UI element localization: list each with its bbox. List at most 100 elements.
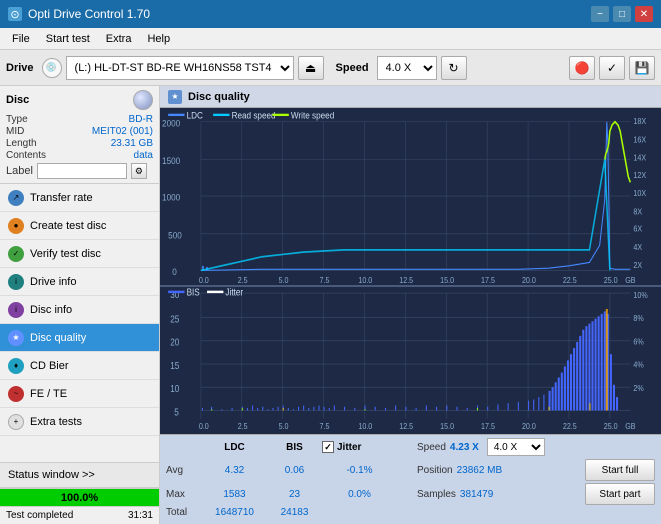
svg-text:12.5: 12.5 [399, 276, 413, 285]
samples-label: Samples [417, 489, 456, 500]
menu-start-test[interactable]: Start test [38, 31, 98, 47]
avg-label: Avg [166, 465, 202, 476]
chart-bottom-svg: 30 25 20 15 10 5 10% 8% 6% 4% 2% 0.0 [160, 287, 661, 434]
sidebar-item-transfer-rate[interactable]: ↗ Transfer rate [0, 184, 159, 212]
drive-info-label: Drive info [30, 276, 76, 288]
disc-quality-label: Disc quality [30, 332, 86, 344]
svg-text:20.0: 20.0 [522, 276, 536, 285]
close-button[interactable]: ✕ [635, 6, 653, 22]
window-controls: − □ ✕ [591, 6, 653, 22]
svg-text:0.0: 0.0 [199, 422, 209, 432]
disc-length-label: Length [6, 138, 37, 149]
svg-text:1500: 1500 [162, 156, 180, 167]
disc-label-row: Label ⚙ [6, 163, 153, 179]
charts-area: 2000 1500 1000 500 0 18X 16X 14X 12X 10X… [160, 108, 661, 434]
sidebar-item-disc-quality[interactable]: ★ Disc quality [0, 324, 159, 352]
svg-text:0.0: 0.0 [199, 276, 209, 285]
status-text: Test completed [6, 510, 73, 521]
svg-text:10%: 10% [633, 291, 647, 301]
speed-label: Speed [336, 62, 369, 74]
speed-select[interactable]: 4.0 X 2.0 X 8.0 X [377, 56, 437, 80]
svg-text:GB: GB [625, 422, 635, 432]
svg-text:LDC: LDC [187, 110, 203, 121]
disc-header: Disc [6, 90, 153, 110]
svg-text:8X: 8X [633, 207, 642, 216]
sidebar-item-extra-tests[interactable]: + Extra tests [0, 408, 159, 436]
start-part-button[interactable]: Start part [585, 483, 655, 505]
svg-text:4X: 4X [633, 242, 642, 251]
dq-title: Disc quality [188, 91, 250, 103]
sidebar-item-cd-bier[interactable]: ♦ CD Bier [0, 352, 159, 380]
sidebar-item-fe-te[interactable]: ~ FE / TE [0, 380, 159, 408]
chart-top-svg: 2000 1500 1000 500 0 18X 16X 14X 12X 10X… [160, 108, 661, 285]
svg-text:25.0: 25.0 [604, 276, 618, 285]
menu-help[interactable]: Help [139, 31, 178, 47]
status-window-button[interactable]: Status window >> [0, 462, 159, 488]
svg-text:6X: 6X [633, 224, 642, 233]
eject-button[interactable]: ⏏ [298, 56, 324, 80]
position-label: Position [417, 465, 453, 476]
bottom-status-bar: Test completed 31:31 [0, 506, 159, 524]
svg-text:2000: 2000 [162, 118, 180, 129]
verify-test-disc-icon: ✓ [8, 246, 24, 262]
menu-file[interactable]: File [4, 31, 38, 47]
avg-row: Avg 4.32 0.06 -0.1% Position 23862 MB St… [166, 459, 655, 481]
app-icon: ⊙ [8, 7, 22, 21]
max-bis: 23 [267, 489, 322, 500]
main-layout: Disc Type BD-R MID MEIT02 (001) Length 2… [0, 86, 661, 524]
save-button[interactable]: 💾 [629, 56, 655, 80]
refresh-button[interactable]: ↻ [441, 56, 467, 80]
samples-value: 381479 [460, 489, 493, 500]
svg-text:25.0: 25.0 [604, 422, 618, 432]
disc-mid-label: MID [6, 126, 24, 137]
transfer-rate-label: Transfer rate [30, 192, 93, 204]
drive-toolbar: Drive 💿 (L:) HL-DT-ST BD-RE WH16NS58 TST… [0, 50, 661, 86]
svg-text:12X: 12X [633, 170, 646, 179]
sidebar-item-disc-info[interactable]: i Disc info [0, 296, 159, 324]
status-window-label: Status window >> [8, 469, 95, 481]
stats-bis-header: BIS [267, 442, 322, 453]
disc-label-key: Label [6, 165, 33, 177]
burn-button[interactable]: 🔴 [569, 56, 595, 80]
disc-type-value: BD-R [129, 114, 153, 125]
disc-contents-row: Contents data [6, 150, 153, 161]
svg-text:10.0: 10.0 [358, 422, 372, 432]
svg-text:1000: 1000 [162, 192, 180, 203]
svg-text:2%: 2% [633, 384, 643, 394]
maximize-button[interactable]: □ [613, 6, 631, 22]
fe-te-label: FE / TE [30, 388, 67, 400]
avg-bis: 0.06 [267, 465, 322, 476]
extra-tests-label: Extra tests [30, 416, 82, 428]
menu-extra[interactable]: Extra [98, 31, 140, 47]
svg-text:GB: GB [625, 276, 635, 285]
chart-top: 2000 1500 1000 500 0 18X 16X 14X 12X 10X… [160, 108, 661, 287]
disc-label-input[interactable] [37, 163, 127, 179]
speed-stat-value: 4.23 X [450, 442, 479, 453]
cd-bier-label: CD Bier [30, 360, 69, 372]
disc-mid-row: MID MEIT02 (001) [6, 126, 153, 137]
sidebar-item-verify-test-disc[interactable]: ✓ Verify test disc [0, 240, 159, 268]
sidebar-item-create-test-disc[interactable]: ● Create test disc [0, 212, 159, 240]
verify-test-disc-label: Verify test disc [30, 248, 101, 260]
avg-jitter: -0.1% [322, 465, 397, 476]
disc-info-label: Disc info [30, 304, 72, 316]
speed-stat-select[interactable]: 4.0 X [487, 438, 545, 456]
content-area: ★ Disc quality [160, 86, 661, 524]
verify-button[interactable]: ✓ [599, 56, 625, 80]
svg-text:14X: 14X [633, 153, 646, 162]
disc-type-label: Type [6, 114, 28, 125]
svg-text:5.0: 5.0 [279, 422, 289, 432]
svg-text:15.0: 15.0 [440, 422, 454, 432]
disc-label-button[interactable]: ⚙ [131, 163, 147, 179]
minimize-button[interactable]: − [591, 6, 609, 22]
jitter-checkbox[interactable]: ✓ [322, 441, 334, 453]
progress-bar-container: 100.0% [0, 488, 159, 506]
menubar: File Start test Extra Help [0, 28, 661, 50]
position-value: 23862 MB [457, 465, 503, 476]
svg-text:25: 25 [170, 314, 179, 325]
disc-mid-value: MEIT02 (001) [92, 126, 153, 137]
drive-select[interactable]: (L:) HL-DT-ST BD-RE WH16NS58 TST4 [66, 56, 294, 80]
start-full-button[interactable]: Start full [585, 459, 655, 481]
svg-text:7.5: 7.5 [320, 422, 330, 432]
sidebar-item-drive-info[interactable]: i Drive info [0, 268, 159, 296]
